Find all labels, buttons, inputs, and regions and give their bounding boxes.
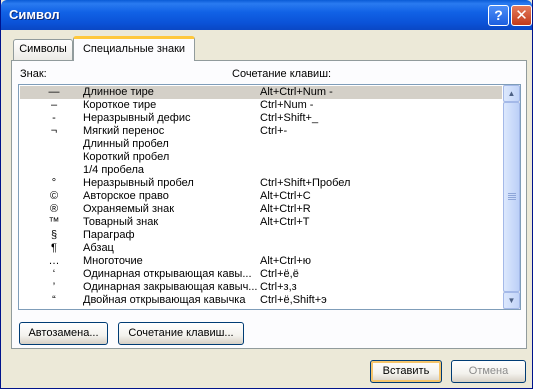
character-shortcut: Alt+Ctrl+T [260,216,310,228]
list-item[interactable]: ¶ Абзац [20,242,502,255]
insert-button[interactable]: Вставить [370,360,442,383]
character-name: Охраняемый знак [83,203,175,215]
character-shortcut: Ctrl+- [260,125,288,137]
character-glyph: ™ [48,216,60,228]
column-header-sign: Знак: [20,68,47,80]
list-item[interactable]: Длинный пробел [20,138,502,151]
character-glyph: ‘ [52,268,56,280]
character-glyph: © [49,190,59,202]
list-item[interactable]: ° Неразрывный пробел Ctrl+Shift+Пробел [20,177,502,190]
character-name: Неразрывный пробел [83,177,194,189]
character-shortcut: Alt+Ctrl+ю [260,255,312,267]
character-glyph: – [50,99,58,111]
character-shortcut: Ctrl+Shift+_ [260,112,319,124]
vertical-scrollbar[interactable]: ▲ ▼ [503,85,520,309]
list-item[interactable]: ¬ Мягкий перенос Ctrl+- [20,125,502,138]
character-shortcut: Ctrl+ё,ё [260,268,299,280]
character-name: Параграф [83,229,135,241]
list-item[interactable]: § Параграф [20,229,502,242]
character-name: Короткое тире [83,99,157,111]
character-glyph: ® [49,203,59,215]
list-item[interactable]: ™ Товарный знак Alt+Ctrl+T [20,216,502,229]
character-name: Абзац [83,242,114,254]
character-glyph: ’ [52,281,56,293]
list-item[interactable]: “ Двойная открывающая кавычка Ctrl+ё,Shift… [20,294,502,307]
character-name: Неразрывный дефис [83,112,191,124]
tab-special-characters[interactable]: Специальные знаки [73,36,195,61]
character-shortcut: Ctrl+Shift+Пробел [260,177,351,189]
character-glyph: “ [52,294,56,306]
special-characters-list[interactable]: — Длинное тире Alt+Ctrl+Num - – Короткое тир… [18,84,521,310]
character-name: Авторское право [83,190,169,202]
character-name: Товарный знак [83,216,159,228]
character-glyph: ° [51,177,57,189]
list-item[interactable]: Короткий пробел [20,151,502,164]
scroll-down-arrow-icon[interactable]: ▼ [503,292,520,309]
character-name: Двойная открывающая кавычка [83,294,246,306]
scroll-up-arrow-icon[interactable]: ▲ [503,85,520,102]
help-button[interactable]: ? [488,5,509,26]
character-glyph: … [48,255,60,267]
character-name: Короткий пробел [83,151,170,163]
character-glyph: — [48,86,60,98]
character-shortcut: Alt+Ctrl+Num - [260,86,333,98]
list-item[interactable]: ® Охраняемый знак Alt+Ctrl+R [20,203,502,216]
character-name: Мягкий перенос [83,125,165,137]
cancel-button[interactable]: Отмена [451,360,526,383]
character-glyph: ¶ [51,242,57,254]
character-name: Длинное тире [83,86,154,98]
list-item[interactable]: ’ Одинарная закрывающая кавыч... Ctrl+з,з [20,281,502,294]
scrollbar-grip [508,193,516,200]
character-shortcut: Ctrl+з,з [260,281,297,293]
character-glyph: ¬ [50,125,58,137]
window-title: Символ [9,7,60,22]
character-name: Многоточие [83,255,143,267]
column-header-shortcut: Сочетание клавиш: [232,68,332,80]
character-shortcut: Alt+Ctrl+C [260,190,311,202]
character-shortcut: Ctrl+Num - [260,99,314,111]
character-glyph: - [52,112,56,124]
scrollbar-thumb[interactable] [503,102,520,292]
list-item[interactable]: 1/4 пробела [20,164,502,177]
title-bar[interactable]: Символ ? ✕ [1,0,532,30]
shortcut-key-button[interactable]: Сочетание клавиш... [118,322,244,345]
list-item[interactable]: ‘ Одинарная открывающая кавы... Ctrl+ё,ё [20,268,502,281]
autocorrect-button[interactable]: Автозамена... [19,322,108,345]
list-item[interactable]: — Длинное тире Alt+Ctrl+Num - [20,86,502,99]
list-item[interactable]: - Неразрывный дефис Ctrl+Shift+_ [20,112,502,125]
character-name: 1/4 пробела [83,164,145,176]
character-name: Одинарная открывающая кавы... [83,268,252,280]
list-item[interactable]: © Авторское право Alt+Ctrl+C [20,190,502,203]
character-shortcut: Alt+Ctrl+R [260,203,311,215]
close-button[interactable]: ✕ [511,5,532,26]
list-item[interactable]: … Многоточие Alt+Ctrl+ю [20,255,502,268]
character-name: Длинный пробел [83,138,169,150]
character-shortcut: Ctrl+ё,Shift+э [260,294,327,306]
character-glyph: § [50,229,58,241]
list-item[interactable]: – Короткое тире Ctrl+Num - [20,99,502,112]
character-name: Одинарная закрывающая кавыч... [83,281,258,293]
symbol-dialog: Символ ? ✕ Символы Специальные знаки Зна… [0,0,533,389]
tab-symbols[interactable]: Символы [13,39,73,60]
